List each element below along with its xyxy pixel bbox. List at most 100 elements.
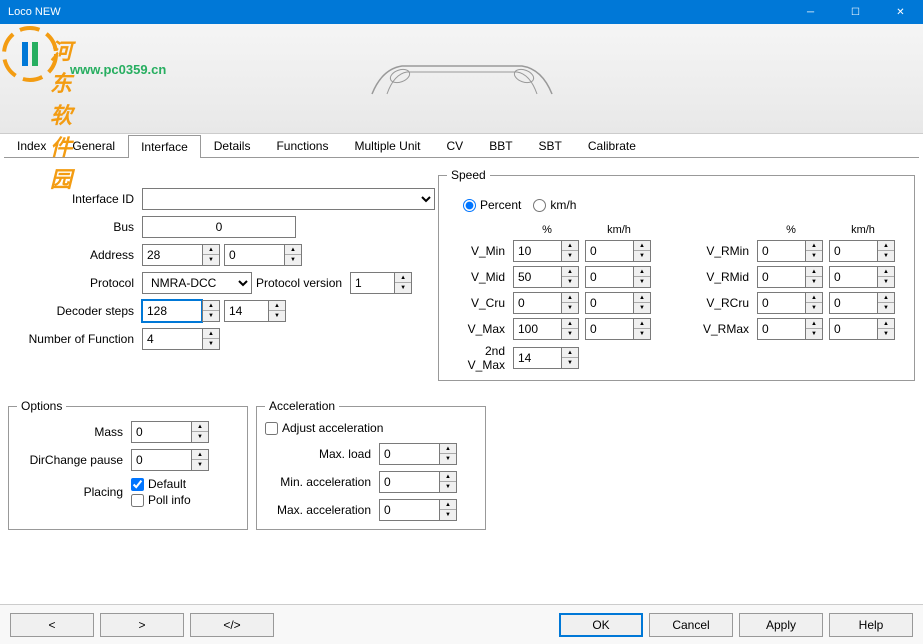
mass-down[interactable]: ▼	[192, 432, 208, 442]
num-func-input[interactable]	[142, 328, 202, 350]
vcru-kmh-down[interactable]: ▼	[634, 303, 650, 313]
adjust-accel-checkbox[interactable]	[265, 422, 278, 435]
vrcru-kmh-input[interactable]	[829, 292, 877, 314]
minimize-button[interactable]: ─	[788, 0, 833, 24]
vcru-pct-input[interactable]	[513, 292, 561, 314]
vrmin-kmh-down[interactable]: ▼	[878, 251, 894, 261]
dirchange-up[interactable]: ▲	[192, 450, 208, 460]
address2-input[interactable]	[224, 244, 284, 266]
vrcru-kmh-down[interactable]: ▼	[878, 303, 894, 313]
cancel-button[interactable]: Cancel	[649, 613, 733, 637]
tab-cv[interactable]: CV	[434, 134, 477, 157]
vmax-pct-input[interactable]	[513, 318, 561, 340]
decoder-steps2-input[interactable]	[224, 300, 268, 322]
decoder-steps1-down[interactable]: ▼	[203, 311, 219, 321]
next-button[interactable]: >	[100, 613, 184, 637]
v2max-down[interactable]: ▼	[562, 358, 578, 368]
address2-down[interactable]: ▼	[285, 255, 301, 265]
maxload-down[interactable]: ▼	[440, 454, 456, 464]
vrmax-pct-input[interactable]	[757, 318, 805, 340]
maxload-input[interactable]	[379, 443, 439, 465]
decoder-steps1-input[interactable]	[142, 300, 202, 322]
vmax-kmh-down[interactable]: ▼	[634, 329, 650, 339]
protocol-version-input[interactable]	[350, 272, 394, 294]
vrcru-pct-input[interactable]	[757, 292, 805, 314]
percent-radio[interactable]	[463, 199, 476, 212]
vmax-kmh-up[interactable]: ▲	[634, 319, 650, 329]
decoder-steps2-up[interactable]: ▲	[269, 301, 285, 311]
kmh-radio-label[interactable]: km/h	[533, 198, 576, 212]
address2-up[interactable]: ▲	[285, 245, 301, 255]
vmax-pct-down[interactable]: ▼	[562, 329, 578, 339]
help-button[interactable]: Help	[829, 613, 913, 637]
close-button[interactable]: ✕	[878, 0, 923, 24]
maxaccel-down[interactable]: ▼	[440, 510, 456, 520]
tab-bbt[interactable]: BBT	[476, 134, 525, 157]
decoder-steps2-down[interactable]: ▼	[269, 311, 285, 321]
tab-multiple-unit[interactable]: Multiple Unit	[341, 134, 433, 157]
minaccel-input[interactable]	[379, 471, 439, 493]
vrmax-kmh-down[interactable]: ▼	[878, 329, 894, 339]
tab-index[interactable]: Index	[4, 134, 59, 157]
vrmax-pct-down[interactable]: ▼	[806, 329, 822, 339]
vrmax-pct-up[interactable]: ▲	[806, 319, 822, 329]
vmid-kmh-up[interactable]: ▲	[634, 267, 650, 277]
vmin-kmh-down[interactable]: ▼	[634, 251, 650, 261]
tab-calibrate[interactable]: Calibrate	[575, 134, 649, 157]
vrmin-kmh-up[interactable]: ▲	[878, 241, 894, 251]
default-checkbox[interactable]	[131, 478, 144, 491]
vmid-pct-down[interactable]: ▼	[562, 277, 578, 287]
address1-down[interactable]: ▼	[203, 255, 219, 265]
vrmax-kmh-up[interactable]: ▲	[878, 319, 894, 329]
maxaccel-up[interactable]: ▲	[440, 500, 456, 510]
vrmin-pct-up[interactable]: ▲	[806, 241, 822, 251]
vrmid-pct-input[interactable]	[757, 266, 805, 288]
num-func-down[interactable]: ▼	[203, 339, 219, 349]
tab-general[interactable]: General	[59, 134, 128, 157]
num-func-up[interactable]: ▲	[203, 329, 219, 339]
v2max-up[interactable]: ▲	[562, 348, 578, 358]
vrmid-kmh-up[interactable]: ▲	[878, 267, 894, 277]
percent-radio-label[interactable]: Percent	[463, 198, 521, 212]
v2max-input[interactable]	[513, 347, 561, 369]
apply-button[interactable]: Apply	[739, 613, 823, 637]
mass-up[interactable]: ▲	[192, 422, 208, 432]
vcru-kmh-up[interactable]: ▲	[634, 293, 650, 303]
vmin-kmh-up[interactable]: ▲	[634, 241, 650, 251]
minaccel-down[interactable]: ▼	[440, 482, 456, 492]
protocol-version-up[interactable]: ▲	[395, 273, 411, 283]
vrmax-kmh-input[interactable]	[829, 318, 877, 340]
maxload-up[interactable]: ▲	[440, 444, 456, 454]
vmid-pct-up[interactable]: ▲	[562, 267, 578, 277]
pollinfo-checkbox[interactable]	[131, 494, 144, 507]
dirchange-input[interactable]	[131, 449, 191, 471]
vrmid-kmh-down[interactable]: ▼	[878, 277, 894, 287]
vrmin-pct-input[interactable]	[757, 240, 805, 262]
mass-input[interactable]	[131, 421, 191, 443]
interface-id-select[interactable]	[142, 188, 435, 210]
tab-sbt[interactable]: SBT	[526, 134, 575, 157]
vrmin-pct-down[interactable]: ▼	[806, 251, 822, 261]
vmax-pct-up[interactable]: ▲	[562, 319, 578, 329]
vrcru-kmh-up[interactable]: ▲	[878, 293, 894, 303]
tab-functions[interactable]: Functions	[263, 134, 341, 157]
vmid-kmh-down[interactable]: ▼	[634, 277, 650, 287]
maxaccel-input[interactable]	[379, 499, 439, 521]
vmin-pct-up[interactable]: ▲	[562, 241, 578, 251]
both-button[interactable]: </>	[190, 613, 274, 637]
vrcru-pct-up[interactable]: ▲	[806, 293, 822, 303]
tab-details[interactable]: Details	[201, 134, 264, 157]
vmin-pct-down[interactable]: ▼	[562, 251, 578, 261]
vrmid-pct-down[interactable]: ▼	[806, 277, 822, 287]
address1-input[interactable]	[142, 244, 202, 266]
kmh-radio[interactable]	[533, 199, 546, 212]
vrcru-pct-down[interactable]: ▼	[806, 303, 822, 313]
vrmid-kmh-input[interactable]	[829, 266, 877, 288]
bus-input[interactable]	[142, 216, 296, 238]
decoder-steps1-up[interactable]: ▲	[203, 301, 219, 311]
prev-button[interactable]: <	[10, 613, 94, 637]
vmin-kmh-input[interactable]	[585, 240, 633, 262]
tab-interface[interactable]: Interface	[128, 135, 201, 158]
protocol-select[interactable]: NMRA-DCC	[142, 272, 252, 294]
protocol-version-down[interactable]: ▼	[395, 283, 411, 293]
